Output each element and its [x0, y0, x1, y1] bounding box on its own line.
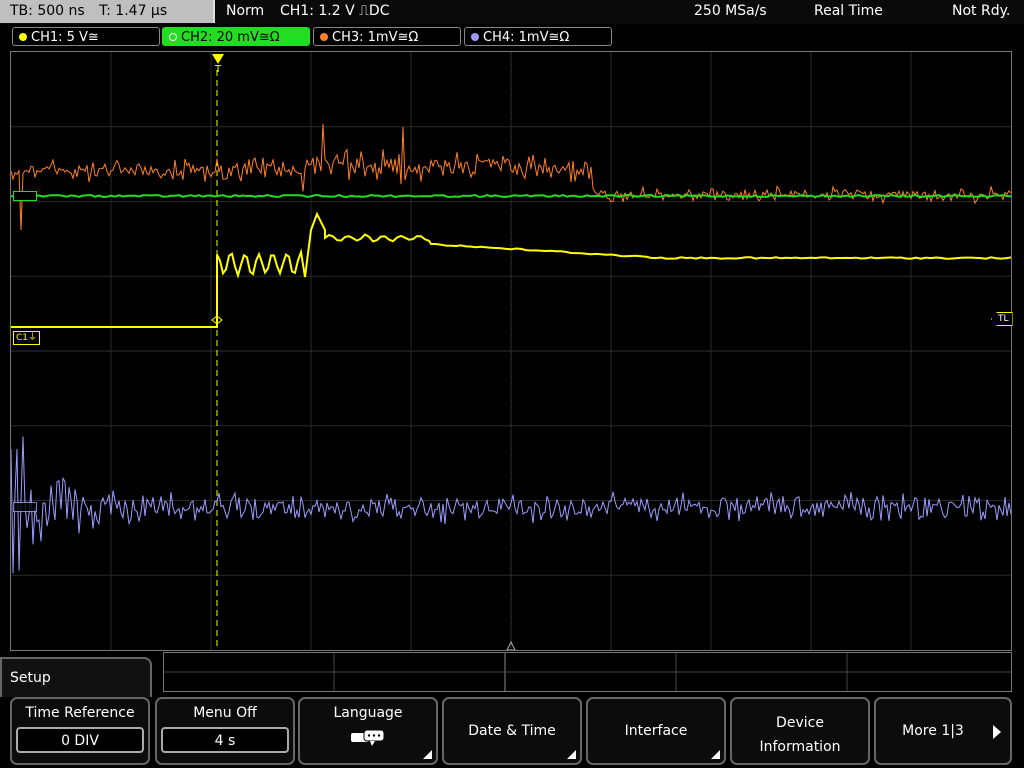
ch4-offset-marker[interactable]: [13, 502, 37, 512]
acquisition-mode: Real Time: [814, 3, 883, 19]
overview-strip: [163, 652, 1012, 692]
ch1-color-dot: [19, 32, 27, 41]
more-label: More 1|3: [902, 723, 964, 739]
trigger-position-marker[interactable]: T: [212, 54, 224, 75]
device-information-softkey[interactable]: Device Information: [730, 697, 870, 765]
date-time-softkey[interactable]: Date & Time: [442, 697, 582, 765]
speech-bubble-icon: [351, 729, 385, 746]
menu-off-value: 4 s: [161, 727, 289, 753]
trigger-time-value: T: 1.47 µs: [99, 3, 168, 19]
timebase-value: TB: 500 ns: [10, 3, 85, 19]
ch2-label: CH2: 20 mV≅Ω: [181, 30, 280, 45]
time-reference-value: 0 DIV: [16, 727, 144, 753]
device-information-label: Device Information: [759, 715, 841, 755]
channel-tab-ch2[interactable]: CH2: 20 mV≅Ω: [162, 27, 310, 46]
submenu-indicator-icon: [423, 750, 432, 759]
svg-text:T: T: [214, 64, 222, 75]
sample-rate: 250 MSa/s: [694, 3, 767, 19]
more-softkey[interactable]: More 1|3: [874, 697, 1012, 765]
ch3-label: CH3: 1mV≅Ω: [332, 30, 419, 45]
trigger-info[interactable]: CH1: 1.2 V ⎍DC: [280, 0, 389, 23]
menu-title: Setup: [0, 657, 152, 697]
ch1-label: CH1: 5 V≅: [31, 30, 99, 45]
time-reference-label: Time Reference: [25, 705, 135, 721]
arrow-right-icon: [993, 725, 1001, 739]
interface-softkey[interactable]: Interface: [586, 697, 726, 765]
waveform-display[interactable]: T C1⏚ TL: [10, 51, 1013, 651]
waveform-svg: T: [11, 52, 1011, 650]
menu-off-softkey[interactable]: Menu Off 4 s: [155, 697, 295, 765]
time-reference-softkey[interactable]: Time Reference 0 DIV: [10, 697, 150, 765]
submenu-indicator-icon: [567, 750, 576, 759]
timebase-box[interactable]: TB: 500 ns T: 1.47 µs: [0, 0, 215, 23]
ch2-color-dot: [169, 32, 177, 41]
language-softkey[interactable]: Language: [298, 697, 438, 765]
ch2-offset-marker[interactable]: [13, 191, 37, 201]
trigger-mode[interactable]: Norm: [226, 0, 264, 23]
submenu-indicator-icon: [711, 750, 720, 759]
ch4-color-dot: [471, 32, 479, 41]
ch2-waveform: [11, 193, 1011, 199]
graticule-grid: [11, 52, 1011, 650]
channel-tab-ch4[interactable]: CH4: 1mV≅Ω: [464, 27, 612, 46]
channel-tab-ch1[interactable]: CH1: 5 V≅: [12, 27, 160, 46]
ch4-label: CH4: 1mV≅Ω: [483, 30, 570, 45]
language-label: Language: [333, 705, 403, 721]
interface-label: Interface: [624, 723, 688, 739]
acquisition-status: Not Rdy.: [952, 3, 1011, 19]
channel-tab-ch3[interactable]: CH3: 1mV≅Ω: [313, 27, 461, 46]
date-time-label: Date & Time: [468, 723, 556, 739]
ch1-offset-marker[interactable]: C1⏚: [13, 331, 41, 345]
ch3-color-dot: [320, 32, 328, 41]
menu-off-label: Menu Off: [193, 705, 257, 721]
